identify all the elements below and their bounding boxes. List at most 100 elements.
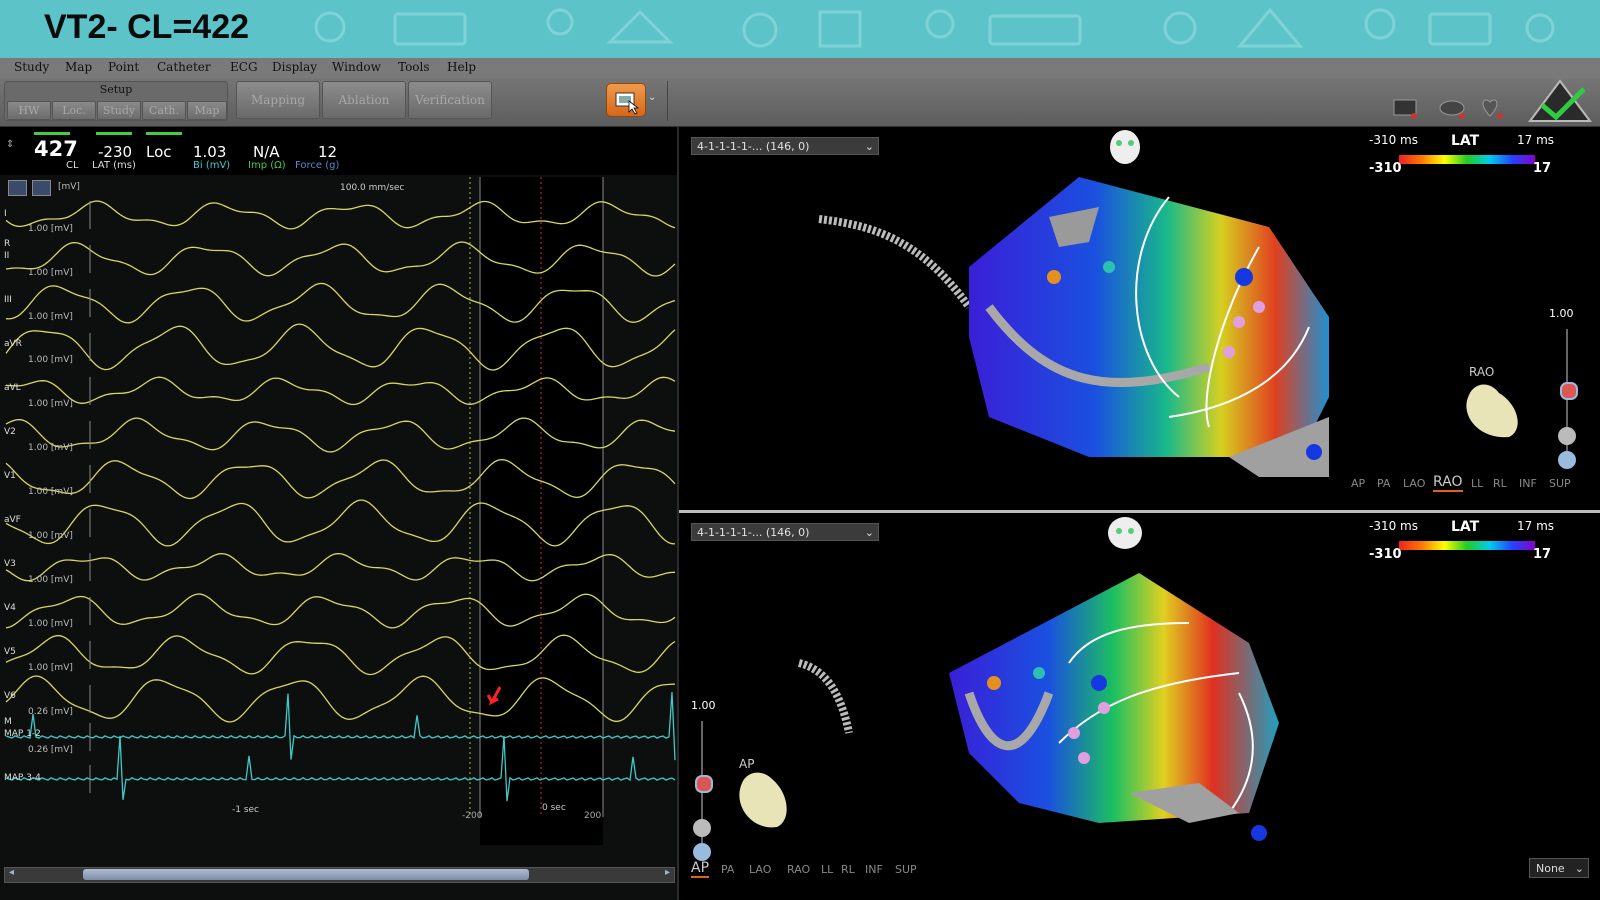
header-sort-icon[interactable]: ⇕ [6, 139, 14, 150]
setup-cath-button[interactable]: Cath. [142, 101, 186, 120]
menu-display[interactable]: Display [272, 60, 317, 74]
anatomy-map-bottom[interactable] [769, 553, 1329, 853]
view-tab-ll[interactable]: LL [821, 863, 833, 876]
chamber-shell-top[interactable] [969, 177, 1329, 457]
ablation-tag-pink[interactable] [1233, 316, 1245, 328]
mapping-button[interactable]: Mapping [236, 81, 320, 119]
toolbar: Setup HW Loc. Study Cath. Map Mapping Ab… [0, 78, 1600, 127]
heart-orientation-icon-top [1466, 384, 1518, 438]
lead-label-ii: II [4, 251, 10, 261]
view-tab-lao[interactable]: LAO [749, 863, 771, 876]
scale-label: 0.26 [mV] [28, 707, 73, 717]
menu-study[interactable]: Study [14, 60, 49, 74]
ablation-tag-pink[interactable] [1098, 702, 1110, 714]
verification-button[interactable]: Verification [408, 81, 492, 119]
view-tab-rl[interactable]: RL [841, 863, 855, 876]
lat-title: LAT [1451, 519, 1480, 535]
zoom-slider-thumb-bottom[interactable] [695, 775, 713, 793]
view-tab-ll[interactable]: LL [1471, 477, 1483, 490]
lat-color-bar[interactable] [1399, 541, 1535, 550]
verify-check-icon[interactable] [1528, 79, 1592, 123]
map-selector-top[interactable]: 4-1-1-1-1-... (146, 0) ⌄ [691, 137, 879, 155]
map-view-top[interactable]: 4-1-1-1-1-... (146, 0) ⌄ -310 ms LAT 17 … [679, 127, 1600, 510]
menu-catheter[interactable]: Catheter [157, 60, 211, 74]
ecg-scrollbar[interactable]: ◂ ▸ [4, 867, 675, 883]
ablation-tag-teal[interactable] [1033, 667, 1045, 679]
scale-label: 1.00 [mV] [28, 487, 73, 497]
menu-ecg[interactable]: ECG [230, 60, 258, 74]
map-view-bottom[interactable]: 4-1-1-1-1-... (146, 0) ⌄ -310 ms LAT 17 … [679, 513, 1600, 896]
lead-label-avr: aVR [4, 339, 22, 349]
heart-orientation-icon-bottom [739, 772, 787, 828]
view-tab-sup[interactable]: SUP [895, 863, 917, 876]
setup-study-button[interactable]: Study [97, 101, 141, 120]
ablation-tag-pink[interactable] [1253, 301, 1265, 313]
lead-label-iii: III [4, 295, 12, 305]
map-selector-bottom[interactable]: 4-1-1-1-1-... (146, 0) ⌄ [691, 523, 879, 541]
lat-indicator [96, 132, 132, 135]
menu-point[interactable]: Point [108, 60, 139, 74]
ablation-tag-blue[interactable] [1091, 675, 1107, 691]
view-tab-sup[interactable]: SUP [1549, 477, 1571, 490]
scroll-thumb[interactable] [83, 869, 529, 880]
scroll-right-icon[interactable]: ▸ [665, 867, 670, 878]
ecg-trace-canvas[interactable] [0, 177, 677, 845]
rotate-down-icon[interactable] [1558, 427, 1576, 445]
lat-legend-top: -310 ms LAT 17 ms -310 17 [1369, 133, 1559, 183]
view-tab-pa[interactable]: PA [1377, 477, 1390, 490]
head-orientation-icon[interactable] [1107, 129, 1143, 165]
ablation-tag-blue[interactable] [1306, 444, 1322, 460]
zoom-slider-thumb-top[interactable] [1560, 382, 1578, 400]
scale-label: 1.00 [mV] [28, 268, 73, 278]
menu-tools[interactable]: Tools [398, 60, 430, 74]
view-tab-lao[interactable]: LAO [1403, 477, 1425, 490]
ablation-tag-pink[interactable] [1068, 727, 1080, 739]
lead-label-v6: V6 [4, 691, 16, 701]
rotate-down-icon[interactable] [693, 819, 711, 837]
ablation-tag-orange[interactable] [1047, 270, 1061, 284]
menu-map[interactable]: Map [65, 60, 92, 74]
chamber-shell-bottom[interactable] [949, 573, 1279, 823]
imp-value: N/A [253, 143, 280, 161]
ablation-tag-teal[interactable] [1103, 261, 1115, 273]
view-tab-ap-active[interactable]: AP [691, 860, 710, 878]
scale-label: 1.00 [mV] [28, 531, 73, 541]
menu-window[interactable]: Window [332, 60, 381, 74]
scroll-left-icon[interactable]: ◂ [9, 867, 14, 878]
setup-map-button[interactable]: Map [187, 101, 227, 120]
view-tab-rao[interactable]: RAO [787, 863, 810, 876]
setup-loc-button[interactable]: Loc. [52, 101, 96, 120]
anatomy-map-top[interactable] [789, 167, 1389, 507]
bi-label: Bi (mV) [193, 160, 231, 171]
snapshot-dropdown-icon[interactable]: ⌄ [648, 92, 656, 103]
ecg-panel: ⇕ 427 CL -230 LAT (ms) Loc 1.03 Bi (mV) … [0, 127, 679, 900]
view-tab-rao-active[interactable]: RAO [1433, 474, 1463, 492]
view-tab-inf[interactable]: INF [865, 863, 883, 876]
lat-color-bar[interactable] [1399, 155, 1535, 164]
ablation-tag-blue[interactable] [1235, 268, 1253, 286]
menu-help[interactable]: Help [447, 60, 476, 74]
view-tab-rl[interactable]: RL [1493, 477, 1507, 490]
view-tab-ap[interactable]: AP [1351, 477, 1365, 490]
lat-min-top-label: -310 ms [1369, 133, 1418, 147]
catheter-shaft-bottom[interactable] [797, 659, 853, 734]
setup-hw-button[interactable]: HW [7, 101, 51, 120]
catheter-shaft-top[interactable] [818, 215, 973, 310]
ablation-tag-orange[interactable] [987, 676, 1001, 690]
snapshot-button[interactable] [606, 83, 646, 117]
rotate-reset-icon[interactable] [1558, 451, 1576, 469]
view-tab-inf[interactable]: INF [1519, 477, 1537, 490]
ablation-tag-blue[interactable] [1251, 825, 1267, 841]
rotate-reset-icon[interactable] [693, 843, 711, 861]
ablation-tag-pink[interactable] [1078, 752, 1090, 764]
lat-label: LAT (ms) [92, 160, 136, 171]
head-orientation-icon[interactable] [1107, 515, 1143, 551]
cl-label: CL [66, 160, 79, 171]
view-tab-pa[interactable]: PA [721, 863, 734, 876]
display-mode-dropdown[interactable]: None ⌄ [1529, 858, 1589, 878]
monitor-status-icon [1393, 99, 1417, 116]
lat-value: -230 [98, 143, 133, 161]
lat-legend-bottom: -310 ms LAT 17 ms -310 17 [1369, 519, 1559, 569]
ablation-button[interactable]: Ablation [322, 81, 406, 119]
ablation-tag-pink[interactable] [1223, 346, 1235, 358]
